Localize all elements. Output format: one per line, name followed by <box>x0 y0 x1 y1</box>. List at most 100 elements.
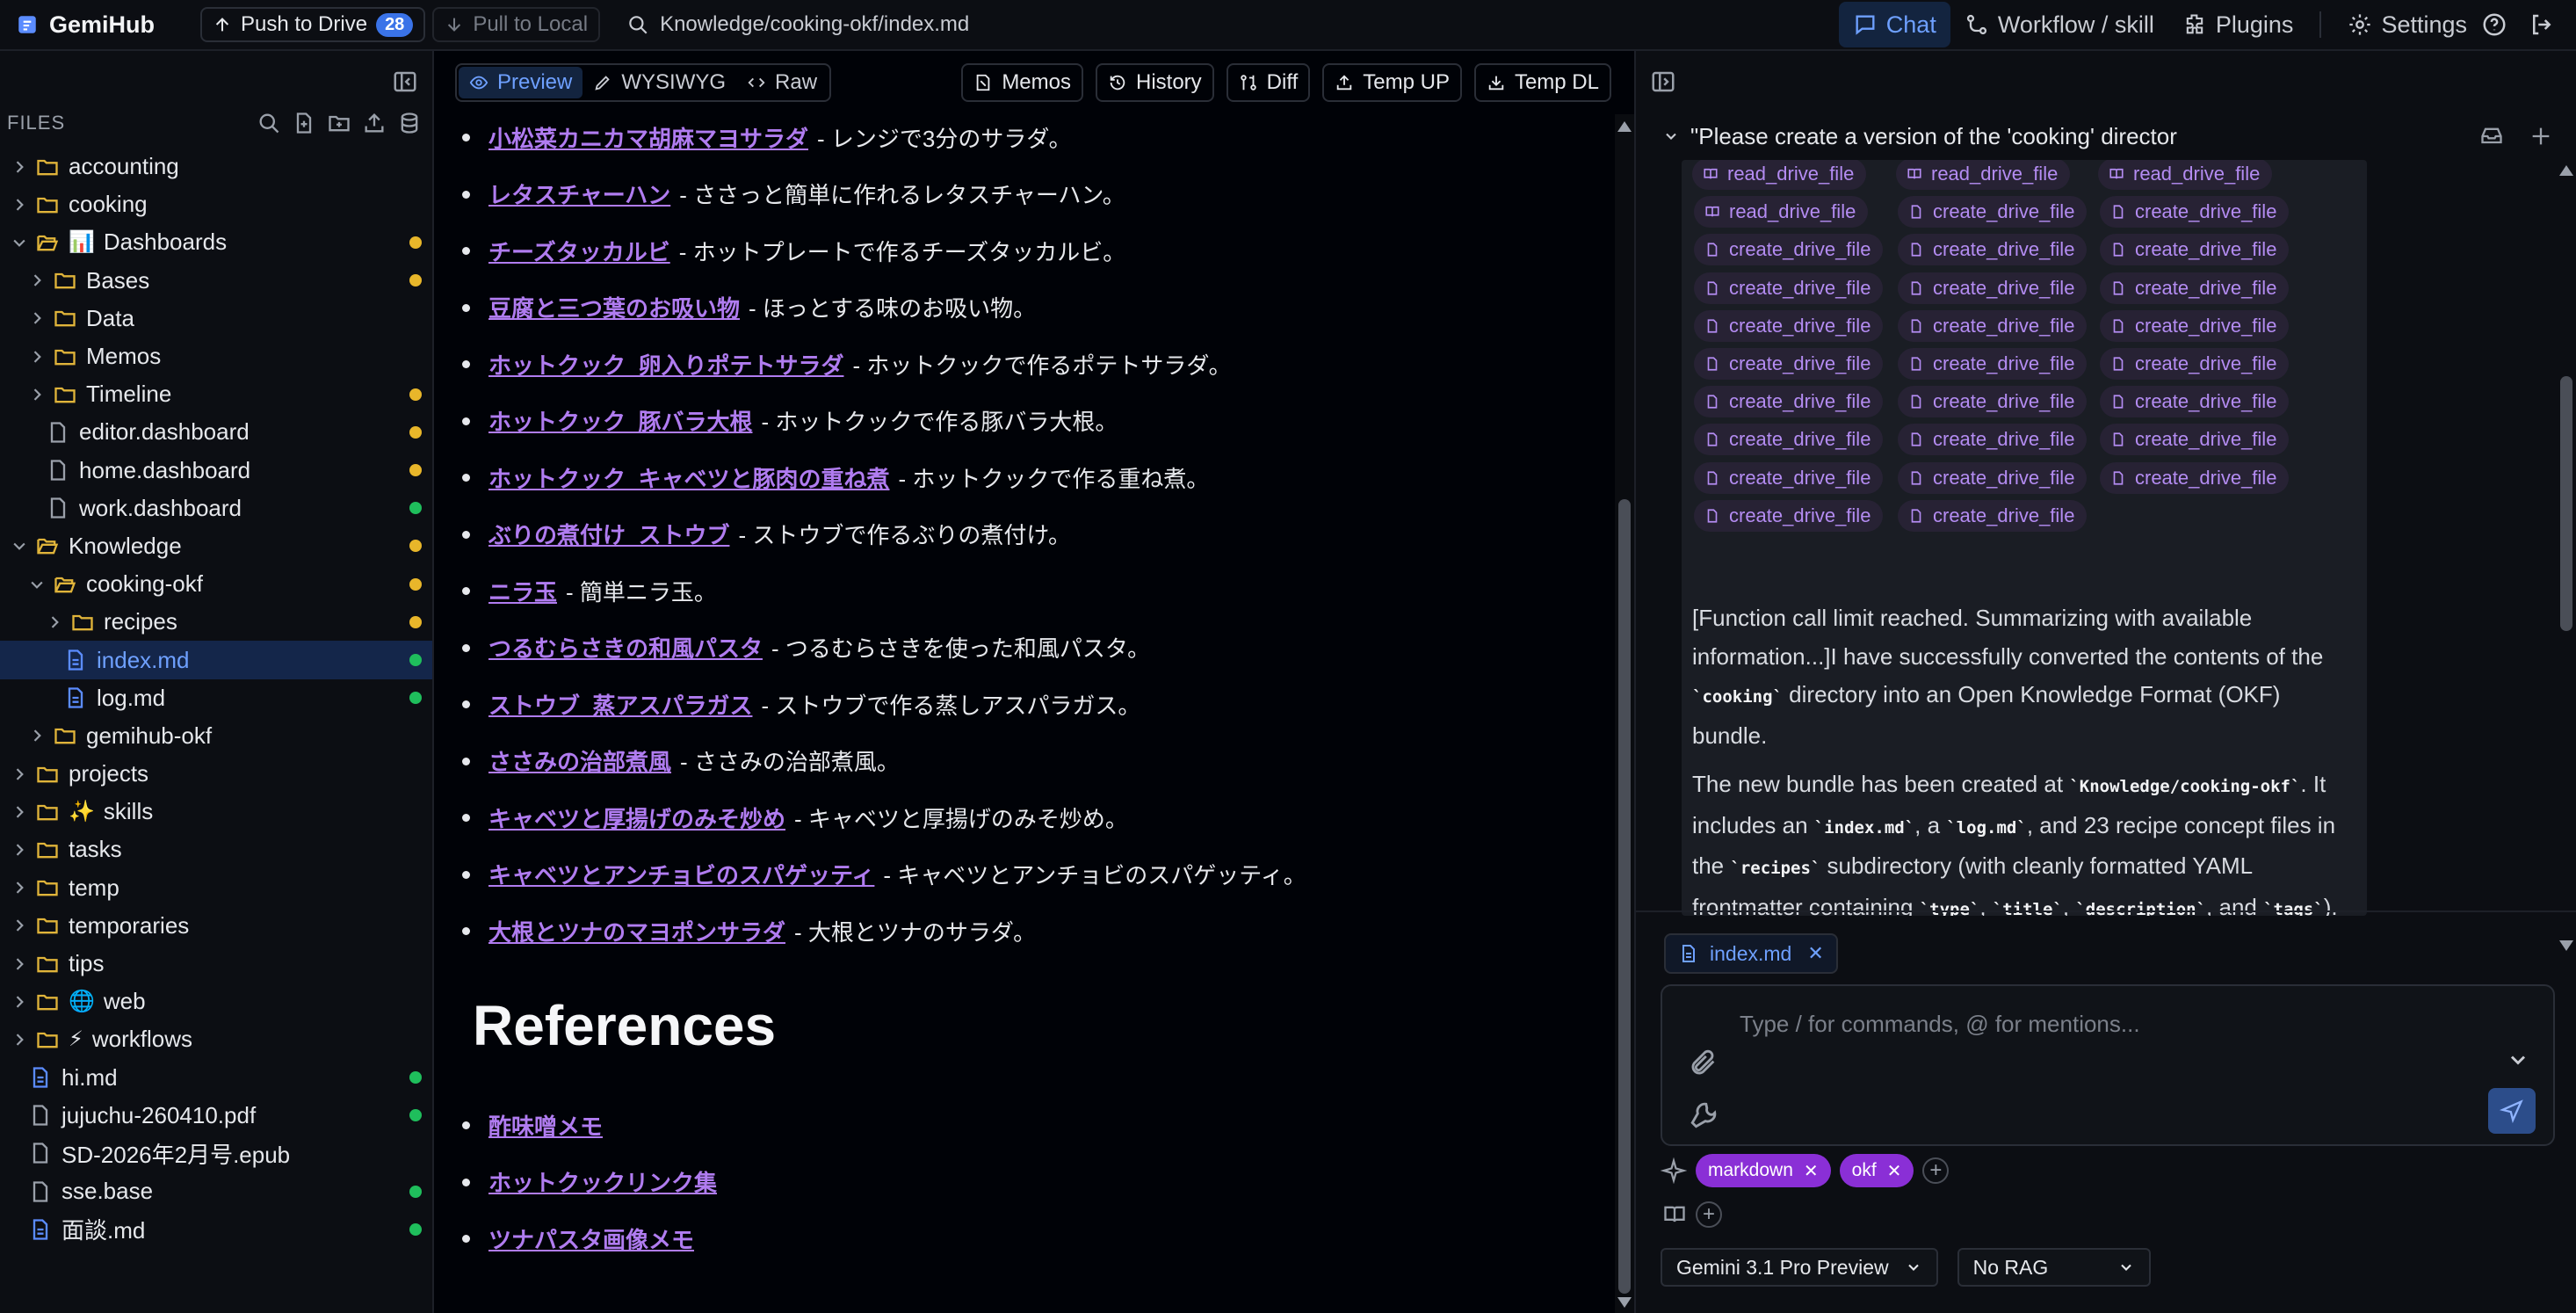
recipe-link[interactable]: キャベツと厚揚げのみそ炒め <box>488 802 785 834</box>
tool-call-chip[interactable]: create_drive_file <box>2100 309 2290 342</box>
rag-select[interactable]: No RAG <box>1957 1248 2151 1287</box>
archive-icon[interactable] <box>2479 124 2504 149</box>
tool-call-chip[interactable]: create_drive_file <box>2100 348 2290 380</box>
recipe-link[interactable]: 大根とツナのマヨポンサラダ <box>488 915 785 947</box>
tool-call-chip[interactable]: create_drive_file <box>1694 309 1884 342</box>
recipe-link[interactable]: ストウブ_蒸アスパラガス <box>488 688 752 721</box>
chevron-right-icon[interactable] <box>11 765 28 783</box>
recipe-link[interactable]: ささみの治部煮風 <box>488 744 671 777</box>
new-file-icon[interactable] <box>292 111 316 135</box>
chevron-right-icon[interactable] <box>28 727 46 744</box>
chevron-right-icon[interactable] <box>11 917 28 934</box>
tree-item-cooking[interactable]: cooking <box>0 185 432 223</box>
tree-item-jujuchu-260410-pdf[interactable]: jujuchu-260410.pdf <box>0 1097 432 1135</box>
pull-to-local-button[interactable]: Pull to Local <box>432 7 601 42</box>
tree-item-hi-md[interactable]: hi.md <box>0 1059 432 1097</box>
tool-call-chip[interactable]: create_drive_file <box>1694 348 1884 380</box>
nav-plugins[interactable]: Plugins <box>2168 2 2308 47</box>
chevron-right-icon[interactable] <box>46 613 63 631</box>
tool-call-chip[interactable]: read_drive_file <box>1896 160 2071 190</box>
recipe-link[interactable]: ホットクック_キャベツと豚肉の重ね煮 <box>488 461 889 494</box>
help-icon[interactable] <box>2481 11 2507 38</box>
scroll-up-arrow[interactable] <box>1617 121 1632 132</box>
tool-call-chip[interactable]: create_drive_file <box>1694 499 1884 532</box>
tree-item-memos[interactable]: Memos <box>0 337 432 375</box>
nav-workflow[interactable]: Workflow / skill <box>1950 2 2168 47</box>
nav-settings[interactable]: Settings <box>2334 2 2481 47</box>
tool-call-chip[interactable]: create_drive_file <box>2100 272 2290 304</box>
wrench-icon[interactable] <box>1689 1100 1719 1130</box>
tool-call-chip[interactable]: create_drive_file <box>2100 461 2290 494</box>
tree-item-sd-2026-2-epub[interactable]: SD-2026年2月号.epub <box>0 1135 432 1172</box>
search-files-icon[interactable] <box>257 111 281 135</box>
chevron-right-icon[interactable] <box>11 1031 28 1048</box>
recipe-link[interactable]: ホットクック_豚バラ大根 <box>488 404 752 437</box>
tool-call-chip[interactable]: create_drive_file <box>1694 234 1884 266</box>
tree-item-knowledge[interactable]: Knowledge <box>0 527 432 565</box>
tree-item-timeline[interactable]: Timeline <box>0 375 432 413</box>
send-icon[interactable] <box>2488 1088 2536 1134</box>
reference-link[interactable]: 酢味噌メモ <box>488 1109 603 1142</box>
editor-scrollbar[interactable] <box>1615 114 1634 1313</box>
scrollbar-thumb[interactable] <box>1618 499 1631 1294</box>
push-to-drive-button[interactable]: Push to Drive 28 <box>200 7 426 42</box>
chat-scroll-up-arrow[interactable] <box>2559 165 2573 176</box>
tree-item-dashboards[interactable]: 📊 Dashboards <box>0 223 432 261</box>
chevron-right-icon[interactable] <box>11 955 28 973</box>
model-select[interactable]: Gemini 3.1 Pro Preview <box>1661 1248 1938 1287</box>
tree-item-sse-base[interactable]: sse.base <box>0 1172 432 1210</box>
tree-item-data[interactable]: Data <box>0 300 432 337</box>
context-file-chip[interactable]: index.md ✕ <box>1664 933 1838 974</box>
tool-call-chip[interactable]: read_drive_file <box>1692 160 1867 190</box>
file-path-search[interactable]: Knowledge/cooking-okf/index.md <box>626 12 969 37</box>
tool-call-chip[interactable]: create_drive_file <box>2100 386 2290 418</box>
paperclip-icon[interactable] <box>1689 1048 1719 1077</box>
chat-scroll-down-arrow[interactable] <box>2559 940 2573 951</box>
tool-call-chip[interactable]: create_drive_file <box>2100 424 2290 456</box>
collapse-chat-icon[interactable] <box>1650 69 1676 95</box>
upload-icon[interactable] <box>362 111 387 135</box>
tool-call-chip[interactable]: create_drive_file <box>1898 309 2088 342</box>
tool-call-chip[interactable]: create_drive_file <box>1694 461 1884 494</box>
tool-call-chip[interactable]: create_drive_file <box>1898 272 2088 304</box>
mode-preview[interactable]: Preview <box>459 67 583 98</box>
reference-link[interactable]: ツナパスタ画像メモ <box>488 1222 694 1255</box>
chevron-down-icon[interactable] <box>11 234 28 251</box>
chevron-right-icon[interactable] <box>28 386 46 403</box>
chevron-right-icon[interactable] <box>28 309 46 327</box>
recipe-link[interactable]: キャベツとアンチョビのスパゲッティ <box>488 858 874 890</box>
recipe-link[interactable]: 豆腐と三つ葉のお吸い物 <box>488 291 740 323</box>
temp-dl-button[interactable]: Temp DL <box>1473 63 1611 102</box>
tree-item-home-dashboard[interactable]: home.dashboard <box>0 452 432 490</box>
conversation-header[interactable]: "Please create a version of the 'cooking… <box>1636 112 2576 160</box>
chat-input-placeholder[interactable]: Type / for commands, @ for mentions... <box>1740 1011 2140 1038</box>
tree-item-tips[interactable]: tips <box>0 945 432 983</box>
tool-call-chip[interactable]: create_drive_file <box>1898 348 2088 380</box>
chevron-right-icon[interactable] <box>11 993 28 1011</box>
logout-icon[interactable] <box>2529 11 2555 38</box>
recipe-link[interactable]: レタスチャーハン <box>488 178 670 210</box>
new-folder-icon[interactable] <box>327 111 351 135</box>
temp-up-button[interactable]: Temp UP <box>1322 63 1462 102</box>
tree-item-temp[interactable]: temp <box>0 869 432 907</box>
tree-item-work-dashboard[interactable]: work.dashboard <box>0 490 432 527</box>
database-icon[interactable] <box>397 111 422 135</box>
chevron-down-icon[interactable] <box>2506 1048 2530 1072</box>
chevron-down-icon[interactable] <box>28 576 46 593</box>
mode-raw[interactable]: Raw <box>736 67 828 98</box>
reference-link[interactable]: ホットクックリンク集 <box>488 1165 717 1198</box>
chevron-right-icon[interactable] <box>28 272 46 289</box>
tree-item-projects[interactable]: projects <box>0 755 432 793</box>
tool-call-chip[interactable]: read_drive_file <box>2098 160 2273 190</box>
recipe-link[interactable]: 小松菜カニカマ胡麻マヨサラダ <box>488 121 808 154</box>
chevron-right-icon[interactable] <box>11 803 28 821</box>
remove-context-icon[interactable]: ✕ <box>1807 942 1823 965</box>
chevron-right-icon[interactable] <box>11 879 28 896</box>
tool-call-chip[interactable]: create_drive_file <box>1898 499 2088 532</box>
tree-item-log-md[interactable]: log.md <box>0 679 432 717</box>
tool-call-chip[interactable]: create_drive_file <box>1694 424 1884 456</box>
history-button[interactable]: History <box>1096 63 1214 102</box>
tool-call-chip[interactable]: create_drive_file <box>1694 386 1884 418</box>
chevron-right-icon[interactable] <box>11 196 28 214</box>
skill-tag-okf[interactable]: okf ✕ <box>1839 1154 1914 1187</box>
